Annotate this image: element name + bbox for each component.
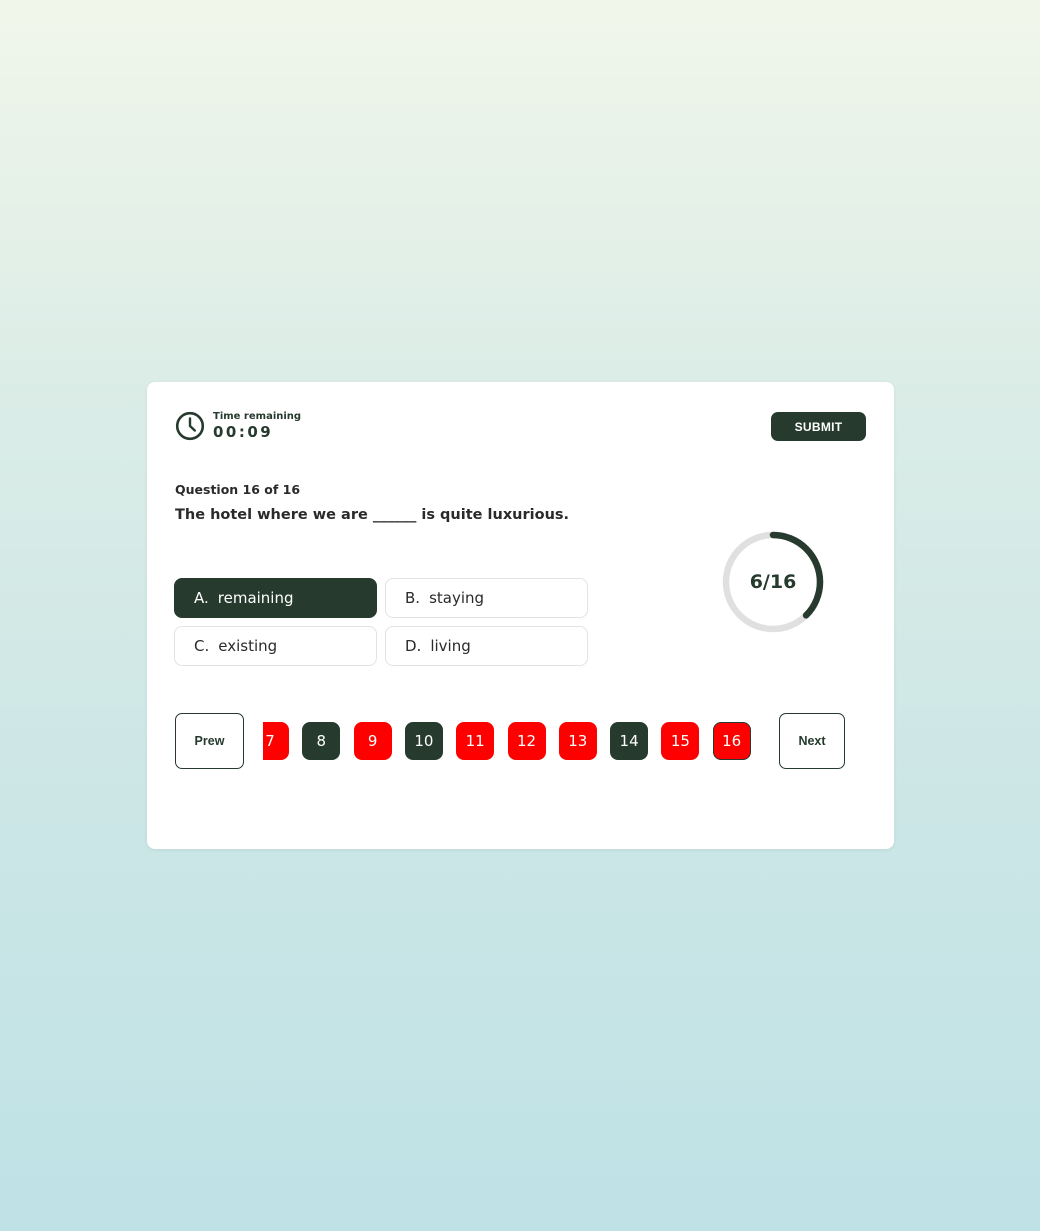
option-c[interactable]: C. existing — [174, 626, 377, 666]
page-button-10[interactable]: 10 — [404, 722, 443, 760]
quiz-card: Time remaining 00:09 SUBMIT Question 16 … — [147, 382, 894, 849]
question-number: Question 16 of 16 — [175, 482, 301, 497]
page-button-13[interactable]: 13 — [558, 722, 597, 760]
page-button-12[interactable]: 12 — [507, 722, 546, 760]
page-button-7[interactable]: 7 — [263, 722, 289, 760]
option-a[interactable]: A. remaining — [174, 578, 377, 618]
option-text: existing — [218, 637, 278, 655]
next-button[interactable]: Next — [779, 713, 845, 769]
option-b[interactable]: B. staying — [385, 578, 588, 618]
option-letter: D. — [405, 637, 422, 655]
option-text: remaining — [217, 589, 294, 607]
page-button-9[interactable]: 9 — [353, 722, 392, 760]
submit-button[interactable]: SUBMIT — [771, 412, 866, 441]
question-text: The hotel where we are ______ is quite l… — [175, 507, 570, 523]
timer-label: Time remaining — [213, 411, 302, 422]
page-button-11[interactable]: 11 — [456, 722, 495, 760]
option-letter: C. — [194, 637, 210, 655]
prev-button[interactable]: Prew — [175, 713, 244, 769]
progress-text: 6/16 — [749, 571, 797, 593]
option-d[interactable]: D. living — [385, 626, 588, 666]
question-pager: 7 8 9 10 11 12 13 14 15 16 — [263, 722, 761, 760]
progress-ring: 6/16 — [720, 529, 826, 635]
option-text: staying — [429, 589, 485, 607]
option-text: living — [430, 637, 471, 655]
page-button-8[interactable]: 8 — [302, 722, 341, 760]
option-letter: B. — [405, 589, 421, 607]
timer: Time remaining 00:09 — [175, 411, 301, 441]
clock-icon — [175, 411, 205, 441]
option-letter: A. — [194, 589, 209, 607]
page-button-14[interactable]: 14 — [610, 722, 649, 760]
timer-value: 00:09 — [213, 423, 274, 441]
page-button-16[interactable]: 16 — [712, 722, 751, 760]
page-button-15[interactable]: 15 — [661, 722, 700, 760]
